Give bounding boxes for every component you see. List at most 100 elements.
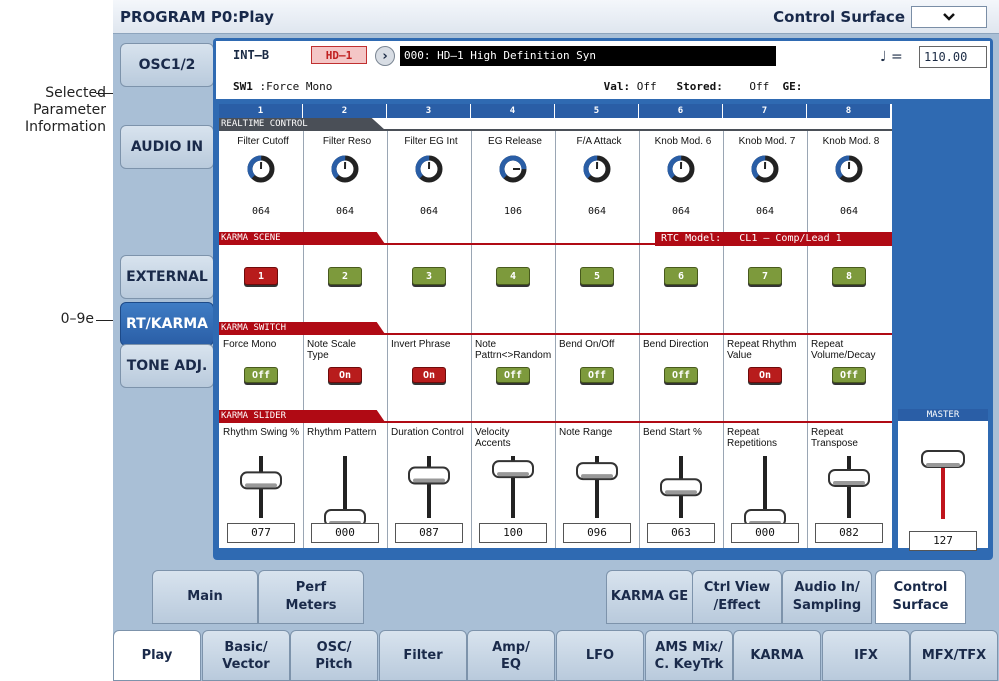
slider-value: 077 bbox=[227, 523, 295, 543]
side-tab-external[interactable]: EXTERNAL bbox=[120, 255, 214, 299]
knob-label: Filter EG Int bbox=[404, 136, 458, 147]
subtab-audio-in-sampling[interactable]: Audio In/ Sampling bbox=[782, 570, 872, 624]
column-divider bbox=[807, 130, 808, 548]
karma-switch-2-button[interactable]: On bbox=[328, 367, 362, 383]
karma-switch-4-button[interactable]: Off bbox=[496, 367, 530, 383]
side-tab-rt-karma[interactable]: RT/KARMA bbox=[120, 302, 214, 346]
stored-label: Stored: bbox=[676, 80, 723, 93]
slider-value: 063 bbox=[647, 523, 715, 543]
subtab-ctrl-view-effect[interactable]: Ctrl View /Effect bbox=[692, 570, 782, 624]
knob-7[interactable] bbox=[750, 154, 780, 184]
knob-8[interactable] bbox=[834, 154, 864, 184]
section-rule bbox=[219, 421, 892, 423]
karma-scene-button-3[interactable]: 3 bbox=[412, 267, 446, 285]
slider-label: Bend Start % bbox=[643, 427, 702, 438]
karma-switch-5-button[interactable]: Off bbox=[580, 367, 614, 383]
karma-scene-button-2[interactable]: 2 bbox=[328, 267, 362, 285]
knob-label: Filter Cutoff bbox=[237, 136, 289, 147]
master-label: MASTER bbox=[926, 410, 960, 420]
pagetab-play[interactable]: Play bbox=[113, 630, 201, 681]
slider-value: 087 bbox=[395, 523, 463, 543]
pagetab-osc-pitch[interactable]: OSC/ Pitch bbox=[290, 630, 378, 681]
knob-value: 064 bbox=[839, 206, 859, 217]
slider-value: 082 bbox=[815, 523, 883, 543]
karma-scene-button-7[interactable]: 7 bbox=[748, 267, 782, 285]
column-header-1: 1 bbox=[219, 104, 303, 118]
karma-slider-8[interactable] bbox=[824, 448, 874, 528]
karma-slider-4[interactable] bbox=[488, 448, 538, 528]
knob-value: 064 bbox=[335, 206, 355, 217]
karma-slider-7[interactable] bbox=[740, 448, 790, 528]
knob-5[interactable] bbox=[582, 154, 612, 184]
karma-switch-7-button[interactable]: On bbox=[748, 367, 782, 383]
chevron-right-icon: › bbox=[382, 48, 388, 64]
karma-slider-5[interactable] bbox=[572, 448, 622, 528]
slider-value: 096 bbox=[563, 523, 631, 543]
pagetab-mfx-tfx[interactable]: MFX/TFX bbox=[910, 630, 998, 681]
column-header-5: 5 bbox=[555, 104, 639, 118]
program-select-button[interactable]: › bbox=[375, 46, 395, 66]
stored-value: Off bbox=[749, 80, 770, 93]
slider-value: 000 bbox=[311, 523, 379, 543]
karma-scene-button-8[interactable]: 8 bbox=[832, 267, 866, 285]
pagetab-filter[interactable]: Filter bbox=[379, 630, 467, 681]
subtab-karma-ge[interactable]: KARMA GE bbox=[606, 570, 693, 624]
karma-slider-1[interactable] bbox=[236, 448, 286, 528]
karma-scene-button-6[interactable]: 6 bbox=[664, 267, 698, 285]
knob-value: 064 bbox=[419, 206, 439, 217]
pagetab-ams-mix-c-keytrk[interactable]: AMS Mix/ C. KeyTrk bbox=[645, 630, 733, 681]
pagetab-karma[interactable]: KARMA bbox=[733, 630, 821, 681]
knob-3[interactable] bbox=[414, 154, 444, 184]
slider-value: 100 bbox=[479, 523, 547, 543]
program-name[interactable]: 000: HD–1 High Definition Syn bbox=[400, 46, 776, 66]
knob-6[interactable] bbox=[666, 154, 696, 184]
karma-slider-2[interactable] bbox=[320, 448, 370, 528]
subtab-control-surface[interactable]: Control Surface bbox=[875, 570, 966, 624]
switch-label: Note Scale Type bbox=[307, 339, 356, 361]
sw-label: SW1 bbox=[233, 80, 253, 93]
karma-switch-6-button[interactable]: Off bbox=[664, 367, 698, 383]
karma-scene-button-4[interactable]: 4 bbox=[496, 267, 530, 285]
master-slider-panel: 127 bbox=[898, 409, 988, 551]
chevron-down-icon bbox=[943, 13, 955, 21]
knob-value: 064 bbox=[671, 206, 691, 217]
column-divider bbox=[723, 130, 724, 548]
tempo-field[interactable]: 110.00 bbox=[919, 46, 987, 68]
selected-parameter-info: SW1 :Force Mono Val: Off Stored: Off GE: bbox=[233, 80, 802, 93]
master-slider[interactable] bbox=[918, 447, 968, 519]
side-tab-tone-adj-[interactable]: TONE ADJ. bbox=[120, 344, 214, 388]
column-header-2: 2 bbox=[303, 104, 387, 118]
subtab-perf-meters[interactable]: Perf Meters bbox=[258, 570, 364, 624]
side-tab-audio-in[interactable]: AUDIO IN bbox=[120, 125, 214, 169]
pagetab-amp-eq[interactable]: Amp/ EQ bbox=[467, 630, 555, 681]
sw-value: :Force Mono bbox=[259, 80, 333, 93]
knob-label: Filter Reso bbox=[322, 136, 372, 147]
karma-switch-1-button[interactable]: Off bbox=[244, 367, 278, 383]
bank-select[interactable]: INT–B bbox=[233, 48, 269, 62]
karma-switch-8-button[interactable]: Off bbox=[832, 367, 866, 383]
karma-scene-button-5[interactable]: 5 bbox=[580, 267, 614, 285]
karma-scene-button-1[interactable]: 1 bbox=[244, 267, 278, 285]
knob-4[interactable] bbox=[498, 154, 528, 184]
slider-label: Repeat Repetitions bbox=[727, 427, 778, 449]
karma-slider-6[interactable] bbox=[656, 448, 706, 528]
program-play-screen: PROGRAM P0:Play Control Surface OSC1/2 AU… bbox=[113, 0, 999, 681]
switch-label: Bend Direction bbox=[643, 339, 709, 350]
column-header-8: 8 bbox=[807, 104, 891, 118]
side-tab-osc1-2[interactable]: OSC1/2 bbox=[120, 43, 214, 87]
page-menu-button[interactable] bbox=[911, 6, 987, 28]
slider-label: Duration Control bbox=[391, 427, 464, 438]
knob-2[interactable] bbox=[330, 154, 360, 184]
knob-label: Knob Mod. 6 bbox=[654, 136, 712, 147]
control-grid: 1 2 3 4 5 6 7 8 REALTIME CONTROL Filter Cutoff 064… bbox=[219, 104, 892, 548]
pagetab-lfo[interactable]: LFO bbox=[556, 630, 644, 681]
subtab-main[interactable]: Main bbox=[152, 570, 258, 624]
karma-switch-3-button[interactable]: On bbox=[412, 367, 446, 383]
knob-1[interactable] bbox=[246, 154, 276, 184]
pagetab-ifx[interactable]: IFX bbox=[822, 630, 910, 681]
knob-label: EG Release bbox=[488, 136, 542, 147]
column-divider bbox=[555, 130, 556, 548]
pagetab-basic-vector[interactable]: Basic/ Vector bbox=[202, 630, 290, 681]
rtc-model-display[interactable]: RTC Model: CL1 – Comp/Lead 1 bbox=[655, 232, 892, 246]
karma-slider-3[interactable] bbox=[404, 448, 454, 528]
